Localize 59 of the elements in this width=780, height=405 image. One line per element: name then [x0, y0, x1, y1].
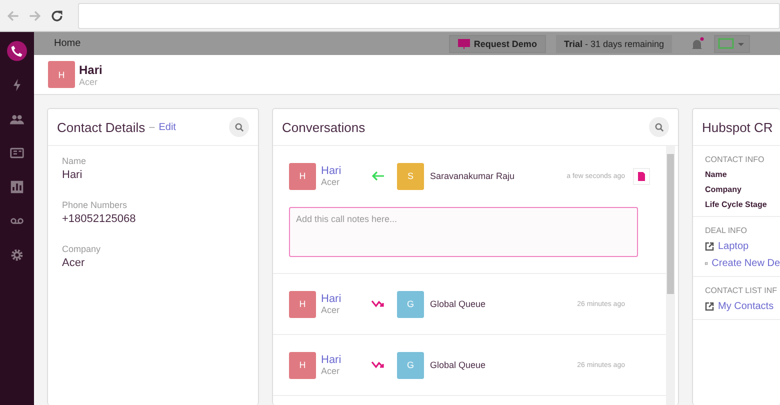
field-label: Phone Numbers: [62, 200, 128, 210]
edit-link[interactable]: Edit: [158, 122, 176, 132]
field-value: +18052125068: [62, 213, 137, 225]
field-label: Name: [62, 156, 88, 166]
agent-avatar: G: [397, 290, 424, 318]
contact-name-link[interactable]: Hari: [321, 354, 371, 366]
crm-field-label: Name: [705, 170, 728, 179]
search-button[interactable]: [229, 117, 249, 137]
call-notes-field[interactable]: Add this call notes here...: [289, 207, 638, 257]
agent-name: Saravanakumar Raju: [430, 171, 515, 181]
contact-avatar: H: [289, 290, 316, 318]
external-link-icon: [705, 242, 714, 251]
crm-link[interactable]: My Contacts: [718, 301, 774, 312]
field-value: Acer: [62, 257, 86, 269]
search-button[interactable]: [649, 117, 669, 137]
scrollbar[interactable]: [666, 146, 675, 405]
section-heading: CONTACT LIST INF: [705, 286, 778, 295]
home-breadcrumb[interactable]: Home: [54, 38, 81, 49]
trial-notice: Trial - 31 days remaining: [556, 34, 672, 52]
field-value: Hari: [62, 169, 84, 181]
phone-nav-icon[interactable]: [7, 41, 27, 61]
bell-icon[interactable]: [690, 36, 704, 50]
crm-link[interactable]: Laptop: [718, 241, 749, 252]
contact-company: Acer: [79, 76, 99, 86]
search-icon: [234, 122, 244, 132]
external-link-icon: [705, 302, 714, 311]
contact-name-link[interactable]: Hari: [321, 165, 371, 177]
contact-company: Acer: [321, 177, 341, 187]
address-field[interactable]: [78, 2, 780, 28]
document-button[interactable]: [633, 168, 650, 184]
forwarded-call-icon: [371, 360, 385, 370]
crm-link[interactable]: Create New De: [712, 258, 780, 269]
document-icon: [638, 172, 645, 180]
card-title: Conversations: [282, 120, 366, 134]
contact-avatar: H: [48, 61, 75, 88]
crm-field-label: Life Cycle Stage: [705, 200, 768, 209]
agent-avatar: G: [397, 352, 424, 378]
crm-field-label: Company: [705, 185, 742, 194]
agent-name: Global Queue: [430, 360, 486, 370]
section-heading: DEAL INFO: [705, 226, 748, 235]
agent-avatar: S: [397, 162, 424, 190]
section-heading: CONTACT INFO: [705, 155, 766, 164]
search-icon: [654, 122, 664, 132]
incoming-arrow-icon: [371, 171, 385, 181]
request-demo-button[interactable]: Request Demo: [448, 34, 546, 52]
presentation-icon: [458, 38, 470, 48]
agent-name: Global Queue: [430, 299, 486, 309]
reload-icon[interactable]: [50, 8, 64, 22]
contact-company: Acer: [321, 366, 341, 376]
contact-avatar: H: [289, 352, 316, 378]
contact-name: Hari: [79, 62, 102, 76]
field-label: Company: [62, 244, 102, 254]
contact-name-link[interactable]: Hari: [321, 293, 371, 305]
forwarded-call-icon: [371, 299, 385, 309]
card-title: Hubspot CR: [702, 120, 773, 134]
contact-company: Acer: [321, 305, 341, 315]
title-separator: –: [149, 122, 155, 132]
contact-avatar: H: [289, 162, 316, 190]
card-title: Contact Details: [57, 120, 146, 134]
